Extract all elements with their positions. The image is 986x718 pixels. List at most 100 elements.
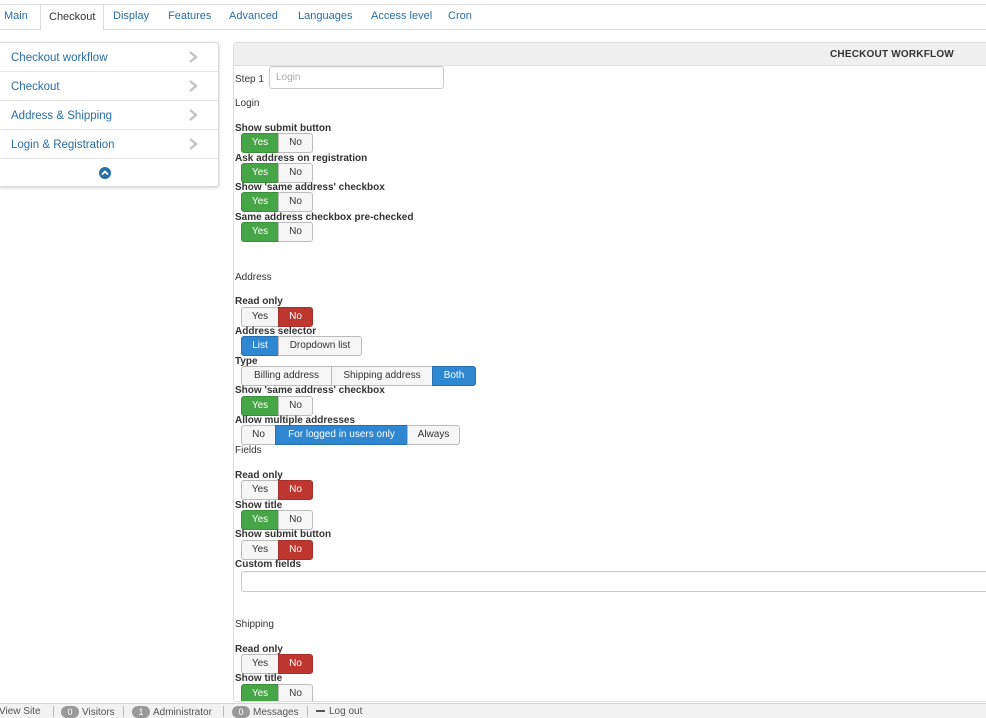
admins-count-badge: 1: [132, 706, 150, 718]
panel-title: CHECKOUT WORKFLOW: [830, 49, 954, 60]
yes-button[interactable]: Yes: [241, 396, 279, 416]
sidebar-item-label: Address & Shipping: [11, 110, 113, 122]
yes-button[interactable]: Yes: [241, 192, 279, 212]
billing-address-button[interactable]: Billing address: [241, 366, 332, 386]
chevron-circle-up-icon[interactable]: [99, 167, 111, 179]
no-button[interactable]: No: [278, 654, 313, 674]
tab-access-level[interactable]: Access level: [371, 5, 432, 30]
visitors-count-badge: 0: [61, 706, 79, 718]
minus-icon: [316, 710, 325, 713]
tab-cron[interactable]: Cron: [448, 5, 472, 30]
checkout-workflow-panel: CHECKOUT WORKFLOW Step 1 Login Show subm…: [233, 42, 986, 702]
dropdown-list-button[interactable]: Dropdown list: [278, 336, 362, 356]
messages-label: Messages: [253, 707, 299, 718]
divider: [307, 706, 308, 717]
visitors-status[interactable]: 0 Visitors: [61, 706, 115, 718]
no-button[interactable]: No: [241, 425, 276, 445]
section-heading-shipping: Shipping: [235, 619, 274, 630]
fields-show-title-toggle: Yes No: [241, 510, 313, 530]
field-label: Read only: [235, 296, 283, 307]
no-button[interactable]: No: [278, 307, 313, 327]
sidebar-item-label: Checkout workflow: [11, 52, 108, 64]
sidebar-item-label: Login & Registration: [11, 139, 115, 151]
step-label: Step 1: [235, 74, 264, 85]
divider: [223, 706, 224, 717]
section-heading-fields: Fields: [235, 445, 262, 456]
messages-status[interactable]: 0 Messages: [232, 706, 299, 718]
chevron-right-icon: [189, 51, 198, 63]
shipping-show-title-toggle: Yes No: [241, 684, 313, 701]
login-prechecked-toggle: Yes No: [241, 222, 313, 242]
address-read-only-toggle: Yes No: [241, 307, 313, 327]
tab-main[interactable]: Main: [4, 5, 28, 30]
section-heading-address: Address: [235, 272, 272, 283]
tab-bar: Main Checkout Display Features Advanced …: [0, 4, 986, 31]
fields-read-only-toggle: Yes No: [241, 480, 313, 500]
chevron-right-icon: [189, 138, 198, 150]
sidebar-item-checkout[interactable]: Checkout: [0, 72, 218, 101]
divider: [53, 706, 54, 717]
allow-multiple-addresses-toggle: No For logged in users only Always: [241, 425, 460, 445]
login-show-submit-toggle: Yes No: [241, 133, 313, 153]
no-button[interactable]: No: [278, 222, 313, 242]
tab-languages[interactable]: Languages: [298, 5, 352, 30]
sidebar-item-checkout-workflow[interactable]: Checkout workflow: [0, 43, 218, 72]
login-same-address-toggle: Yes No: [241, 192, 313, 212]
no-button[interactable]: No: [278, 540, 313, 560]
no-button[interactable]: No: [278, 396, 313, 416]
yes-button[interactable]: Yes: [241, 133, 279, 153]
view-site-link[interactable]: View Site: [0, 706, 41, 717]
shipping-read-only-toggle: Yes No: [241, 654, 313, 674]
field-label: Show submit button: [235, 529, 332, 540]
custom-fields-input[interactable]: [241, 571, 986, 592]
tab-display[interactable]: Display: [113, 5, 149, 30]
sidebar-item-address-shipping[interactable]: Address & Shipping: [0, 101, 218, 130]
admins-label: Administrator: [153, 707, 212, 718]
yes-button[interactable]: Yes: [241, 510, 279, 530]
panel-header: CHECKOUT WORKFLOW: [234, 43, 986, 66]
yes-button[interactable]: Yes: [241, 480, 279, 500]
no-button[interactable]: No: [278, 510, 313, 530]
address-selector-toggle: List Dropdown list: [241, 336, 362, 356]
field-label: Custom fields: [235, 559, 302, 570]
field-label: Show title: [235, 673, 283, 684]
no-button[interactable]: No: [278, 133, 313, 153]
tab-features[interactable]: Features: [168, 5, 211, 30]
tab-checkout[interactable]: Checkout: [40, 4, 105, 31]
sidebar-item-login-registration[interactable]: Login & Registration: [0, 130, 218, 159]
yes-button[interactable]: Yes: [241, 307, 279, 327]
visitors-label: Visitors: [82, 707, 115, 718]
step-name-input[interactable]: [269, 66, 444, 89]
tab-advanced[interactable]: Advanced: [229, 5, 278, 30]
address-type-toggle: Billing address Shipping address Both: [241, 366, 476, 386]
no-button[interactable]: No: [278, 163, 313, 183]
yes-button[interactable]: Yes: [241, 540, 279, 560]
yes-button[interactable]: Yes: [241, 654, 279, 674]
fields-show-submit-toggle: Yes No: [241, 540, 313, 560]
chevron-right-icon: [189, 80, 198, 92]
section-heading-login: Login: [235, 98, 260, 109]
messages-count-badge: 0: [232, 706, 250, 718]
logout-link[interactable]: Log out: [316, 706, 362, 717]
login-ask-address-toggle: Yes No: [241, 163, 313, 183]
always-button[interactable]: Always: [407, 425, 460, 445]
shipping-address-button[interactable]: Shipping address: [331, 366, 433, 386]
field-label: Show 'same address' checkbox: [235, 385, 385, 396]
yes-button[interactable]: Yes: [241, 222, 279, 242]
divider: [123, 706, 124, 717]
status-bar: View Site 0 Visitors 1 Administrator 0 Mess…: [0, 703, 986, 718]
no-button[interactable]: No: [278, 480, 313, 500]
no-button[interactable]: No: [278, 684, 313, 701]
sidebar-menu: Checkout workflow Checkout Address & Shi…: [0, 42, 219, 187]
yes-button[interactable]: Yes: [241, 684, 279, 701]
yes-button[interactable]: Yes: [241, 163, 279, 183]
list-button[interactable]: List: [241, 336, 279, 356]
administrator-status[interactable]: 1 Administrator: [132, 706, 212, 718]
sidebar-item-label: Checkout: [11, 81, 60, 93]
no-button[interactable]: No: [278, 192, 313, 212]
both-button[interactable]: Both: [432, 366, 476, 386]
chevron-right-icon: [189, 109, 198, 121]
logged-in-only-button[interactable]: For logged in users only: [275, 425, 408, 445]
logout-label: Log out: [329, 706, 363, 717]
address-same-address-toggle: Yes No: [241, 396, 313, 416]
